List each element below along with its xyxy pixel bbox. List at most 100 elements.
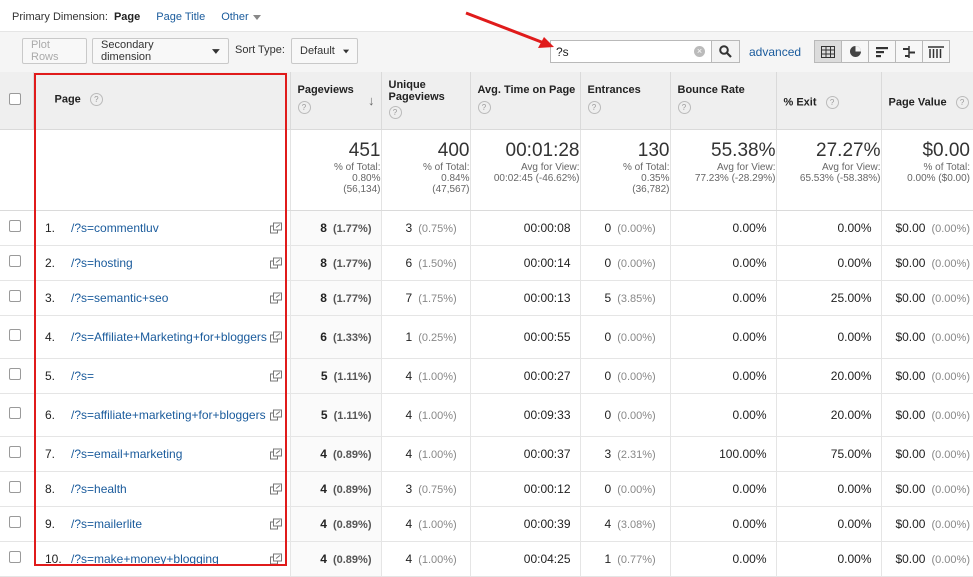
- row-number: 6.: [45, 407, 56, 422]
- page-link[interactable]: /?s=Affiliate+Marketing+for+bloggers: [71, 330, 267, 344]
- clear-search-icon[interactable]: ×: [694, 46, 705, 57]
- page-value-percent: (0.00%): [931, 518, 970, 531]
- plot-rows-button[interactable]: Plot Rows: [22, 38, 87, 64]
- page-cell: 7. /?s=email+marketing: [33, 436, 291, 472]
- page-value-cell: $0.00 (0.00%): [881, 393, 973, 437]
- search-button[interactable]: [711, 40, 740, 63]
- pivot-view-button[interactable]: [922, 40, 950, 63]
- help-icon[interactable]: ?: [477, 101, 491, 114]
- secondary-dimension-label: Secondary dimension: [101, 39, 154, 63]
- page-link[interactable]: /?s=semantic+seo: [71, 291, 267, 305]
- primary-dimension-page-title[interactable]: Page Title: [156, 11, 205, 23]
- page-value-value: $0.00: [895, 220, 926, 235]
- page-link[interactable]: /?s=mailerlite: [71, 517, 267, 531]
- row-checkbox[interactable]: [9, 290, 21, 302]
- performance-icon: [875, 46, 888, 57]
- open-page-icon[interactable]: [269, 409, 282, 420]
- unique-pageviews-cell: 7 (1.75%): [381, 280, 471, 316]
- row-checkbox[interactable]: [9, 329, 21, 341]
- page-link[interactable]: /?s=hosting: [71, 256, 267, 270]
- bounce-rate-value: 0.00%: [732, 516, 767, 531]
- pageviews-percent: (1.11%): [333, 370, 372, 383]
- page-link[interactable]: /?s=email+marketing: [71, 447, 267, 461]
- page-link[interactable]: /?s=health: [71, 482, 267, 496]
- select-all-checkbox[interactable]: [9, 93, 21, 105]
- secondary-dimension-dropdown[interactable]: Secondary dimension: [92, 38, 229, 64]
- pageviews-value: 4: [320, 551, 327, 566]
- comparison-view-button[interactable]: [895, 40, 923, 63]
- bounce-rate-column-header[interactable]: Bounce Rate ?: [670, 72, 777, 130]
- row-checkbox[interactable]: [9, 220, 21, 232]
- row-checkbox[interactable]: [9, 516, 21, 528]
- row-number: 9.: [45, 516, 56, 531]
- totals-pageviews-line1: % of Total:: [333, 161, 381, 173]
- pageviews-value: 5: [320, 368, 328, 383]
- row-checkbox[interactable]: [9, 407, 21, 419]
- advanced-filter-link[interactable]: advanced: [749, 45, 801, 59]
- table-row: 1. /?s=commentluv 8 (1.77%) 3 (0.75%) 00:00:08…: [0, 210, 973, 246]
- performance-view-button[interactable]: [868, 40, 896, 63]
- avg-time-value: 00:00:37: [523, 446, 571, 461]
- sort-type-dropdown[interactable]: Default: [291, 38, 358, 64]
- page-cell: 5. /?s=: [33, 358, 291, 394]
- open-page-icon[interactable]: [269, 553, 282, 564]
- open-page-icon[interactable]: [269, 292, 282, 303]
- totals-page-cell: [33, 129, 291, 211]
- data-table-view-button[interactable]: [814, 40, 842, 63]
- percentage-view-button[interactable]: [841, 40, 869, 63]
- totals-pageviews-line3: (56,134): [343, 183, 381, 195]
- help-icon[interactable]: ?: [388, 106, 402, 119]
- help-icon[interactable]: ?: [587, 101, 601, 114]
- primary-dimension-page[interactable]: Page: [114, 11, 140, 23]
- open-page-icon[interactable]: [269, 331, 282, 342]
- row-checkbox[interactable]: [9, 255, 21, 267]
- pageviews-cell: 8 (1.77%): [290, 280, 382, 316]
- entrances-cell: 0 (0.00%): [580, 315, 671, 359]
- unique-pageviews-cell: 6 (1.50%): [381, 245, 471, 281]
- page-link[interactable]: /?s=: [71, 369, 267, 383]
- row-select-cell: [0, 393, 33, 437]
- unique-pageviews-value: 1: [405, 329, 413, 344]
- entrances-value: 3: [604, 446, 612, 461]
- page-link[interactable]: /?s=affiliate+marketing+for+bloggers: [71, 408, 267, 422]
- row-number: 7.: [45, 446, 56, 461]
- row-select-cell: [0, 506, 33, 542]
- help-icon[interactable]: ?: [297, 101, 311, 114]
- exit-value: 25.00%: [830, 290, 872, 305]
- page-value-cell: $0.00 (0.00%): [881, 506, 973, 542]
- sort-descending-icon: ↓: [368, 93, 375, 108]
- open-page-icon[interactable]: [269, 257, 282, 268]
- page-value-value: $0.00: [895, 329, 926, 344]
- row-checkbox[interactable]: [9, 481, 21, 493]
- totals-pageviews-line2: 0.80%: [352, 172, 381, 184]
- entrances-column-header[interactable]: Entrances ?: [580, 72, 671, 130]
- open-page-icon[interactable]: [269, 370, 282, 381]
- entrances-value: 0: [604, 220, 612, 235]
- pageviews-cell: 4 (0.89%): [290, 506, 382, 542]
- page-link[interactable]: /?s=make+money+blogging: [71, 552, 267, 566]
- pageviews-column-header[interactable]: Pageviews ? ↓: [290, 72, 382, 130]
- page-value-column-header[interactable]: Page Value ?: [881, 72, 973, 130]
- open-page-icon[interactable]: [269, 518, 282, 529]
- table-search-input[interactable]: [556, 42, 686, 61]
- help-icon[interactable]: ?: [955, 96, 969, 109]
- open-page-icon[interactable]: [269, 222, 282, 233]
- row-checkbox[interactable]: [9, 551, 21, 563]
- help-icon[interactable]: ?: [825, 96, 839, 109]
- page-link[interactable]: /?s=commentluv: [71, 221, 267, 235]
- page-column-header[interactable]: Page ?: [33, 72, 291, 130]
- pageviews-percent: (1.33%): [332, 331, 372, 344]
- avg-time-column-header[interactable]: Avg. Time on Page ?: [470, 72, 581, 130]
- primary-dimension-other[interactable]: Other: [221, 11, 261, 23]
- bounce-rate-cell: 0.00%: [670, 471, 777, 507]
- unique-pageviews-column-header[interactable]: Unique Pageviews ?: [381, 72, 471, 130]
- open-page-icon[interactable]: [269, 448, 282, 459]
- open-page-icon[interactable]: [269, 483, 282, 494]
- row-checkbox[interactable]: [9, 368, 21, 380]
- help-icon[interactable]: ?: [677, 101, 691, 114]
- help-icon[interactable]: ?: [89, 93, 103, 106]
- totals-bounce-rate-line2: 77.23% (-28.29%): [694, 172, 776, 184]
- row-checkbox[interactable]: [9, 446, 21, 458]
- entrances-value: 0: [604, 368, 612, 383]
- exit-column-header[interactable]: % Exit ?: [776, 72, 882, 130]
